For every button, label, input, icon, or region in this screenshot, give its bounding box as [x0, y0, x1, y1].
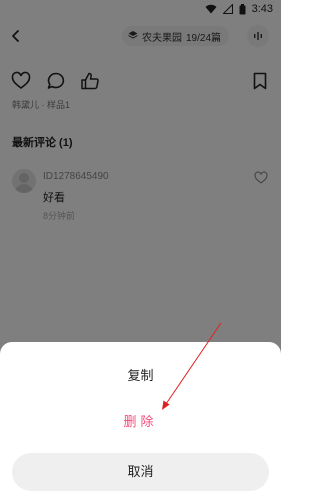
- screen: 3:43 农夫果园 19/24篇 韩黛儿 · 样品1: [0, 0, 281, 500]
- delete-button[interactable]: 删除: [0, 410, 281, 434]
- cancel-button[interactable]: 取消: [12, 453, 269, 491]
- copy-button[interactable]: 复制: [0, 364, 281, 388]
- action-sheet: 复制 删除 取消: [0, 342, 281, 500]
